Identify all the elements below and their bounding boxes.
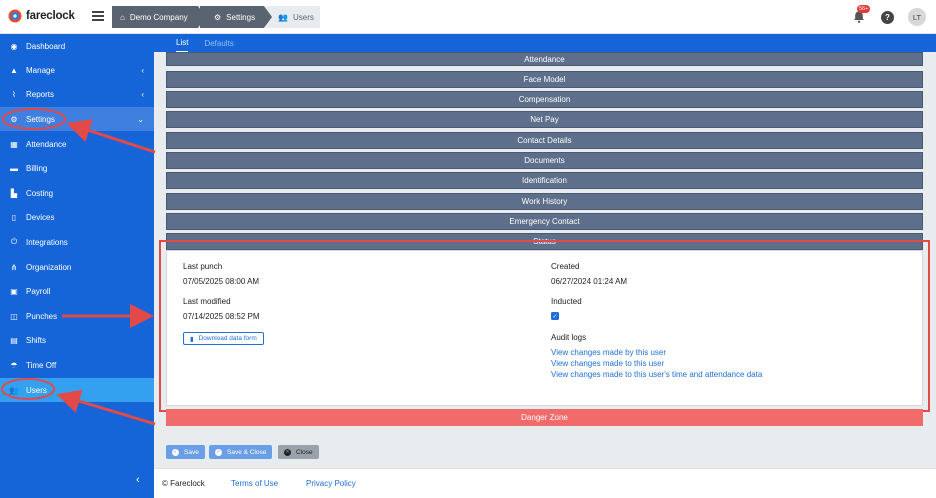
section-net-pay[interactable]: Net Pay (166, 111, 923, 128)
sidebar-item-shifts[interactable]: ▤ Shifts (0, 328, 154, 352)
sidebar-item-users[interactable]: 👥 Users (0, 378, 154, 402)
gear-icon: ⚙ (10, 114, 18, 124)
audit-link-time-attendance[interactable]: View changes made to this user's time an… (551, 370, 762, 379)
subtabs: List Defaults (154, 34, 936, 52)
created-value: 06/27/2024 01:24 AM (551, 277, 628, 286)
plug-icon: ⏻ (10, 237, 18, 246)
layers-icon: ▤ (10, 335, 18, 345)
sidebar: ◉ Dashboard ▲ Manage ‹ ⌇ Reports ‹ ⚙ Set… (0, 34, 154, 498)
section-status[interactable]: Status (166, 233, 923, 250)
file-icon: ▮ (190, 335, 194, 343)
breadcrumb: ⌂ Demo Company ⚙ Settings 👥 Users (112, 6, 320, 28)
section-attendance[interactable]: Attendance (166, 52, 923, 66)
sidebar-item-punches[interactable]: ◫ Punches (0, 304, 154, 328)
last-modified-label: Last modified (183, 297, 231, 306)
audit-link-to-user[interactable]: View changes made to this user (551, 359, 664, 368)
inducted-checkbox[interactable]: ✓ (551, 312, 559, 320)
privacy-link[interactable]: Privacy Policy (306, 479, 356, 488)
sidebar-item-time-off[interactable]: ☂ Time Off (0, 353, 154, 377)
terms-link[interactable]: Terms of Use (231, 479, 278, 488)
users-icon: 👥 (278, 12, 288, 22)
footer: © Fareclock Terms of Use Privacy Policy (154, 468, 936, 498)
sidebar-item-payroll[interactable]: ▣ Payroll (0, 279, 154, 303)
check-circle-icon: ✓ (215, 448, 222, 456)
avatar[interactable]: LT (908, 8, 926, 26)
tablet-icon: ▯ (11, 212, 17, 222)
section-emergency-contact[interactable]: Emergency Contact (166, 213, 923, 230)
help-icon[interactable]: ? (881, 10, 894, 24)
sidebar-collapse-icon[interactable]: ‹ (136, 474, 140, 486)
breadcrumb-users: 👥 Users (266, 6, 320, 28)
sidebar-item-devices[interactable]: ▯ Devices (0, 205, 154, 229)
sidebar-item-integrations[interactable]: ⏻ Integrations (0, 230, 154, 254)
audit-link-by-user[interactable]: View changes made by this user (551, 348, 666, 357)
menu-toggle-icon[interactable] (92, 11, 104, 21)
chevron-left-icon: ‹ (141, 65, 144, 75)
footer-copyright: © Fareclock (162, 479, 205, 488)
app-name: fareclock (26, 10, 75, 22)
tab-list[interactable]: List (176, 38, 189, 52)
section-face-model[interactable]: Face Model (166, 71, 923, 88)
app-logo[interactable]: fareclock (8, 9, 75, 23)
sidebar-item-manage[interactable]: ▲ Manage ‹ (0, 58, 154, 82)
section-danger-zone[interactable]: Danger Zone (166, 409, 923, 426)
person-icon: ▲ (10, 65, 18, 75)
inducted-label: Inducted (551, 297, 582, 306)
close-circle-icon: ✕ (284, 448, 291, 456)
notification-badge: 56+ (857, 5, 871, 13)
last-punch-label: Last punch (183, 262, 223, 271)
money-icon: ▣ (10, 286, 18, 296)
chart-icon: ⌇ (12, 89, 16, 99)
sitemap-icon: ⋔ (10, 262, 18, 272)
download-data-form-button[interactable]: ▮ Download data form (183, 332, 264, 345)
section-identification[interactable]: Identification (166, 172, 923, 189)
audit-logs-label: Audit logs (551, 333, 587, 342)
section-documents[interactable]: Documents (166, 152, 923, 169)
sidebar-item-attendance[interactable]: ▦ Attendance (0, 132, 154, 156)
credit-card-icon: ▬ (10, 163, 18, 173)
attendance-icon: ▦ (10, 139, 18, 149)
breadcrumb-company[interactable]: ⌂ Demo Company (112, 6, 206, 28)
tab-defaults[interactable]: Defaults (204, 39, 233, 52)
close-button[interactable]: ✕ Close (278, 445, 319, 459)
users-icon: 👥 (9, 385, 19, 395)
gear-icon: ⚙ (214, 12, 222, 22)
created-label: Created (551, 262, 580, 271)
sidebar-item-billing[interactable]: ▬ Billing (0, 156, 154, 180)
truck-icon: ◫ (10, 311, 18, 321)
last-punch-value: 07/05/2025 08:00 AM (183, 277, 260, 286)
section-compensation[interactable]: Compensation (166, 91, 923, 108)
sidebar-item-settings[interactable]: ⚙ Settings ⌄ (0, 107, 154, 131)
chevron-down-icon: ⌄ (137, 114, 144, 124)
breadcrumb-settings[interactable]: ⚙ Settings (200, 6, 272, 28)
dashboard-icon: ◉ (10, 41, 18, 51)
status-panel: Last punch 07/05/2025 08:00 AM Last modi… (166, 250, 923, 406)
sidebar-item-dashboard[interactable]: ◉ Dashboard (0, 34, 154, 58)
fareclock-logo-icon (8, 9, 22, 23)
home-icon: ⌂ (120, 12, 125, 22)
sidebar-item-reports[interactable]: ⌇ Reports ‹ (0, 82, 154, 106)
umbrella-beach-icon: ☂ (10, 360, 18, 370)
check-circle-icon: ✓ (172, 448, 179, 456)
save-button[interactable]: ✓ Save (166, 445, 205, 459)
sidebar-item-organization[interactable]: ⋔ Organization (0, 255, 154, 279)
save-close-button[interactable]: ✓ Save & Close (209, 445, 273, 459)
top-bar: fareclock ⌂ Demo Company ⚙ Settings 👥 Us… (0, 0, 936, 34)
chevron-left-icon: ‹ (141, 89, 144, 99)
notifications-button[interactable]: 56+ (851, 5, 871, 25)
section-work-history[interactable]: Work History (166, 193, 923, 210)
last-modified-value: 07/14/2025 08:52 PM (183, 312, 260, 321)
industry-icon: ▙ (10, 188, 18, 198)
section-contact-details[interactable]: Contact Details (166, 132, 923, 149)
sidebar-item-costing[interactable]: ▙ Costing (0, 181, 154, 205)
